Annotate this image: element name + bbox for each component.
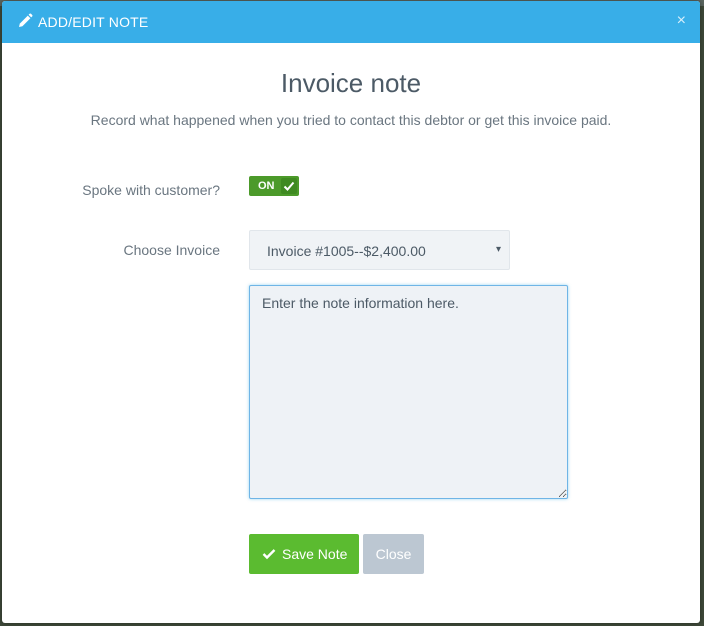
close-icon[interactable]: × bbox=[677, 12, 686, 30]
toggle-knob bbox=[281, 178, 297, 194]
modal-title: ADD/EDIT NOTE bbox=[38, 14, 149, 30]
close-button[interactable]: Close bbox=[363, 534, 424, 574]
spoke-with-customer-toggle[interactable]: ON bbox=[249, 176, 299, 196]
page-title: Invoice note bbox=[280, 68, 422, 98]
invoice-select-value: Invoice #1005--$2,400.00 bbox=[267, 243, 426, 259]
add-edit-note-modal: ADD/EDIT NOTE × Invoice note Record what… bbox=[2, 1, 700, 623]
modal-header: ADD/EDIT NOTE × bbox=[2, 1, 700, 43]
save-note-button[interactable]: Save Note bbox=[249, 534, 359, 574]
save-note-label: Save Note bbox=[282, 546, 348, 562]
page-subtitle: Record what happened when you tried to c… bbox=[90, 112, 612, 128]
pencil-icon bbox=[16, 12, 34, 30]
toggle-state-label: ON bbox=[258, 180, 275, 192]
choose-invoice-label: Choose Invoice bbox=[123, 242, 220, 258]
invoice-select[interactable]: Invoice #1005--$2,400.00 ▾ bbox=[249, 230, 510, 270]
close-label: Close bbox=[375, 546, 412, 562]
chevron-down-icon: ▾ bbox=[495, 244, 501, 255]
note-textarea[interactable] bbox=[249, 285, 568, 499]
spoke-with-customer-label: Spoke with customer? bbox=[82, 182, 220, 198]
